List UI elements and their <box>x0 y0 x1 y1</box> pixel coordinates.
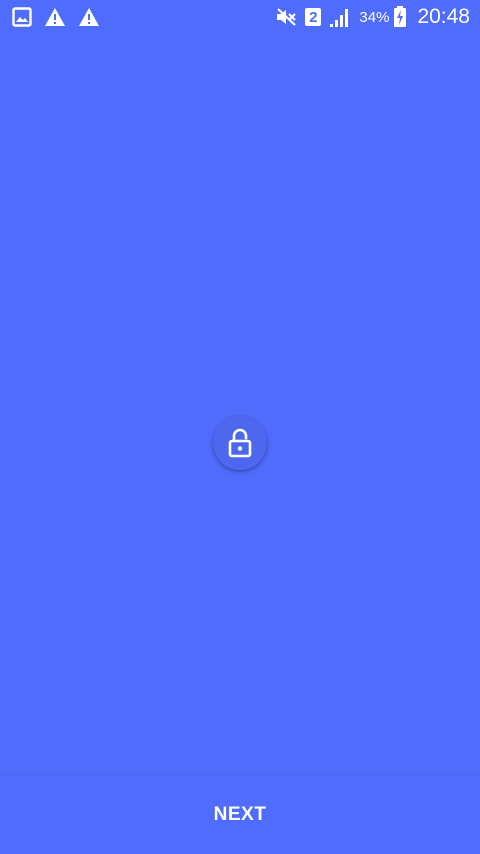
status-bar-right: 2 34% 20:48 <box>267 5 470 29</box>
unlock-icon <box>227 428 253 458</box>
battery-percent: 34% <box>359 8 390 26</box>
battery-charging-icon <box>393 6 407 28</box>
warning-icon <box>78 7 100 27</box>
image-icon <box>12 7 32 27</box>
warning-icon <box>44 7 66 27</box>
bottom-bar: NEXT <box>0 774 480 854</box>
sim-badge: 2 <box>305 8 322 26</box>
screen: 2 34% 20:48 NEXT <box>0 0 480 854</box>
status-bar-left <box>12 7 112 27</box>
mute-icon <box>275 7 297 27</box>
unlock-button[interactable] <box>213 416 267 470</box>
clock: 20:48 <box>417 5 470 28</box>
status-bar: 2 34% 20:48 <box>0 0 480 34</box>
signal-icon <box>329 6 351 28</box>
next-button[interactable]: NEXT <box>194 794 287 836</box>
